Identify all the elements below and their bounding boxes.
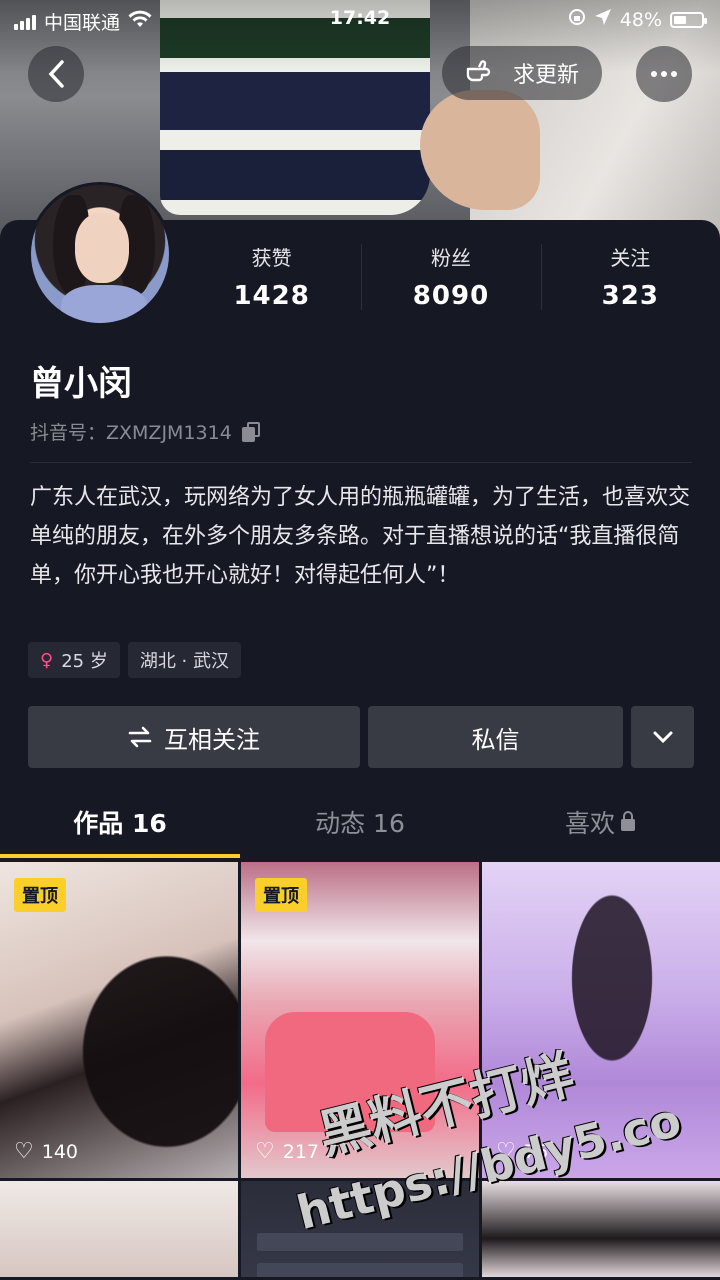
douyin-id: 抖音号：ZXMZJM1314 (30, 422, 232, 444)
stat-value: 323 (601, 281, 659, 311)
like-count: 217 (282, 1140, 319, 1163)
pointing-hand-icon (466, 60, 491, 82)
profile-name: 曾小闵 (30, 364, 132, 404)
tab-label: 动态 16 (315, 809, 405, 838)
video-likes: ♡ 217 (255, 1139, 319, 1164)
copy-icon[interactable] (241, 421, 260, 442)
video-thumbnail[interactable] (0, 1181, 238, 1277)
profile-tags: ♀ 25 岁 湖北 · 武汉 (28, 642, 241, 678)
back-button[interactable] (28, 46, 84, 102)
status-bar: 中国联通 17:42 48% (0, 0, 720, 40)
video-thumbnail[interactable] (482, 1181, 720, 1277)
mutual-follow-label: 互相关注 (164, 725, 260, 754)
like-count: 76 (523, 1140, 548, 1163)
location-tag: 湖北 · 武汉 (127, 642, 241, 678)
video-likes: ♡ 140 (14, 1139, 78, 1164)
stat-label: 获赞 (251, 246, 292, 270)
profile-stats: 获赞 1428 粉丝 8090 关注 323 (182, 240, 720, 320)
stat-followers[interactable]: 粉丝 8090 (361, 240, 540, 320)
stat-likes[interactable]: 获赞 1428 (182, 240, 361, 320)
age-tag: ♀ 25 岁 (28, 642, 120, 678)
video-thumbnail[interactable]: 置顶 ♡ 140 (0, 862, 238, 1178)
profile-bio: 广东人在武汉，玩网络为了女人用的瓶瓶罐罐，为了生活，也喜欢交单纯的朋友，在外多个… (30, 485, 691, 588)
stat-label: 关注 (610, 246, 651, 270)
douyin-id-row[interactable]: 抖音号：ZXMZJM1314 (30, 418, 260, 445)
like-count: 140 (41, 1140, 78, 1163)
chevron-down-icon (653, 731, 672, 744)
tab-activity[interactable]: 动态 16 (240, 796, 480, 860)
pinned-badge: 置顶 (14, 878, 66, 912)
stat-value: 8090 (412, 281, 490, 311)
mutual-follow-button[interactable]: 互相关注 (28, 706, 360, 768)
tab-label: 作品 16 (73, 809, 167, 838)
heart-icon: ♡ (14, 1139, 34, 1164)
divider (30, 462, 692, 463)
video-thumbnail[interactable]: ♡ 76 (482, 862, 720, 1178)
avatar[interactable] (28, 182, 172, 326)
recommend-dropdown-button[interactable] (631, 706, 694, 768)
message-label: 私信 (471, 725, 520, 754)
location-icon (594, 8, 612, 31)
more-options-button[interactable] (636, 46, 692, 102)
heart-icon: ♡ (255, 1139, 275, 1164)
stat-value: 1428 (233, 281, 310, 311)
lock-icon (621, 811, 635, 831)
tab-label: 喜欢 (564, 809, 615, 838)
rotation-lock-icon (568, 8, 586, 31)
profile-actions: 互相关注 私信 (28, 706, 694, 768)
battery-percent: 48% (619, 8, 662, 31)
stat-label: 粉丝 (430, 246, 471, 270)
video-likes: ♡ 76 (496, 1139, 548, 1164)
request-update-button[interactable]: 求更新 (442, 46, 602, 100)
request-update-label: 求更新 (512, 63, 579, 88)
heart-icon: ♡ (496, 1139, 516, 1164)
video-thumbnail[interactable]: 置顶 ♡ 217 (241, 862, 479, 1178)
video-grid: 置顶 ♡ 140 置顶 ♡ 217 ♡ 76 (0, 862, 720, 1277)
tab-works[interactable]: 作品 16 (0, 796, 240, 860)
female-icon: ♀ (40, 649, 54, 671)
tab-likes[interactable]: 喜欢 (480, 796, 720, 860)
more-dots-icon (651, 71, 677, 77)
swap-arrows-icon (128, 726, 152, 748)
chevron-left-icon (48, 60, 64, 88)
age-label: 25 岁 (61, 651, 108, 672)
stat-following[interactable]: 关注 323 (540, 240, 720, 320)
message-button[interactable]: 私信 (368, 706, 623, 768)
video-thumbnail[interactable] (241, 1181, 479, 1277)
pinned-badge: 置顶 (255, 878, 307, 912)
battery-icon (670, 11, 707, 28)
profile-tabs: 作品 16 动态 16 喜欢 (0, 796, 720, 860)
location-label: 湖北 · 武汉 (139, 651, 229, 672)
